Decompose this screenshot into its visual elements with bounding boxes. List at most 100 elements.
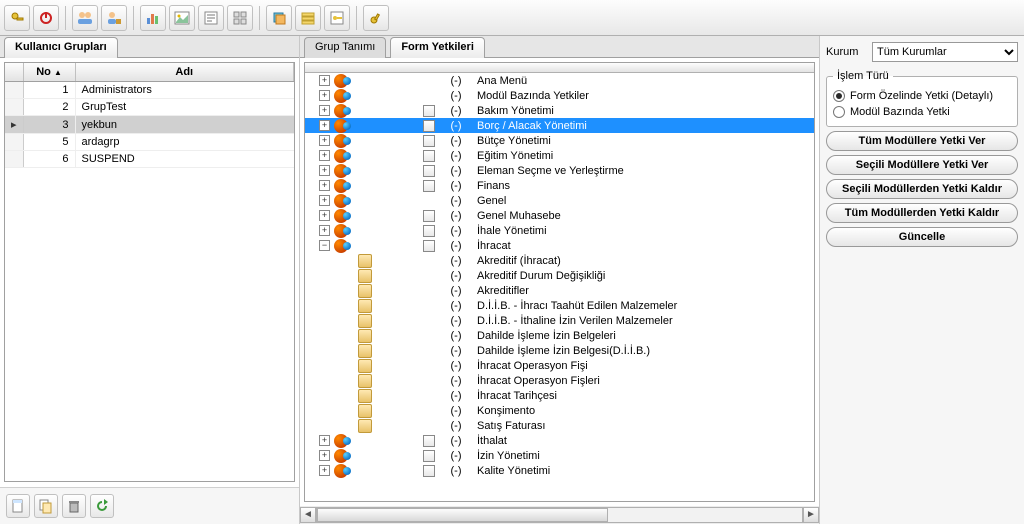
tree-node[interactable]: +(-)Modül Bazında Yetkiler [305,88,814,103]
tree-node[interactable]: (-)İhracat Operasyon Fişleri [305,373,814,388]
tree-node-label: Ana Menü [471,75,527,87]
checkbox[interactable] [423,210,435,222]
checkbox[interactable] [423,180,435,192]
tree-node[interactable]: +(-)Genel [305,193,814,208]
table-row[interactable]: 2GrupTest [5,99,294,116]
expand-icon[interactable]: + [319,195,330,206]
col-name[interactable]: Adı [75,63,293,82]
expand-icon[interactable]: + [319,210,330,221]
revoke-selected-button[interactable]: Seçili Modüllerden Yetki Kaldır [826,179,1018,199]
image-icon[interactable] [169,5,195,31]
expand-icon[interactable]: + [319,135,330,146]
tree-node[interactable]: +(-)Bakım Yönetimi [305,103,814,118]
grid-icon[interactable] [227,5,253,31]
tree-node[interactable]: +(-)İhale Yönetimi [305,223,814,238]
scroll-left-icon[interactable]: ◄ [300,507,316,523]
tree-node[interactable]: +(-)Ana Menü [305,73,814,88]
tree-node[interactable]: (-)D.İ.İ.B. - İthaline İzin Verilen Malz… [305,313,814,328]
checkbox[interactable] [423,120,435,132]
expand-icon[interactable]: + [319,120,330,131]
tree-node[interactable]: (-)D.İ.İ.B. - İhracı Taahüt Edilen Malze… [305,298,814,313]
power-icon[interactable] [33,5,59,31]
tree-node[interactable]: +(-)İthalat [305,433,814,448]
tree-node[interactable]: (-)Akreditif (İhracat) [305,253,814,268]
tree-node[interactable]: +(-)Finans [305,178,814,193]
tree-node[interactable]: (-)Satış Faturası [305,418,814,433]
checkbox[interactable] [423,450,435,462]
tree-node[interactable]: +(-)Kalite Yönetimi [305,463,814,478]
groups-grid[interactable]: No ▲ Adı 1Administrators2GrupTest▸3yekbu… [4,62,295,482]
expand-icon[interactable]: + [319,90,330,101]
tab-user-groups[interactable]: Kullanıcı Grupları [4,37,118,58]
form-icon[interactable] [198,5,224,31]
tree-node[interactable]: (-)İhracat Tarihçesi [305,388,814,403]
tree-node[interactable]: (-)Akreditifler [305,283,814,298]
expand-icon[interactable]: + [319,435,330,446]
table-row[interactable]: 6SUSPEND [5,151,294,168]
grant-all-button[interactable]: Tüm Modüllere Yetki Ver [826,131,1018,151]
tree-node[interactable]: (-)Dahilde İşleme İzin Belgeleri [305,328,814,343]
users-icon[interactable] [72,5,98,31]
checkbox[interactable] [423,135,435,147]
tree-node[interactable]: +(-)İzin Yönetimi [305,448,814,463]
checkbox[interactable] [423,240,435,252]
expand-icon[interactable]: + [319,165,330,176]
tree-node[interactable]: +(-)Bütçe Yönetimi [305,133,814,148]
stack-icon[interactable] [295,5,321,31]
checkbox[interactable] [423,165,435,177]
kurum-select[interactable]: Tüm Kurumlar [872,42,1018,62]
table-row[interactable]: 5ardagrp [5,134,294,151]
tree-node[interactable]: (-)Konşimento [305,403,814,418]
expand-icon[interactable]: + [319,180,330,191]
expand-icon[interactable]: + [319,450,330,461]
chart-icon[interactable] [140,5,166,31]
collapse-icon[interactable]: − [319,240,330,251]
update-button[interactable]: Güncelle [826,227,1018,247]
tree-node[interactable]: +(-)Eleman Seçme ve Yerleştirme [305,163,814,178]
scroll-thumb[interactable] [317,508,608,522]
tree-scrollbar[interactable]: ◄ ► [300,506,819,524]
tree-node[interactable]: +(-)Genel Muhasebe [305,208,814,223]
checkbox[interactable] [423,465,435,477]
permissions-tree[interactable]: +(-)Ana Menü+(-)Modül Bazında Yetkiler+(… [304,62,815,502]
key-icon[interactable] [4,5,30,31]
grant-selected-button[interactable]: Seçili Modüllere Yetki Ver [826,155,1018,175]
tree-node[interactable]: (-)Dahilde İşleme İzin Belgesi(D.İ.İ.B.) [305,343,814,358]
refresh-icon[interactable] [90,494,114,518]
col-rowhead[interactable] [5,63,23,82]
tree-node[interactable]: (-)Akreditif Durum Değişikliği [305,268,814,283]
radio-icon[interactable] [833,90,845,102]
form-icon [358,374,372,388]
scroll-right-icon[interactable]: ► [803,507,819,523]
delete-icon[interactable] [62,494,86,518]
expand-icon[interactable]: + [319,75,330,86]
expand-icon[interactable]: + [319,150,330,161]
new-doc-icon[interactable] [6,494,30,518]
expand-icon[interactable]: + [319,225,330,236]
tab-form-permissions[interactable]: Form Yetkileri [390,37,485,58]
table-row[interactable]: ▸3yekbun [5,116,294,134]
revoke-all-button[interactable]: Tüm Modüllerden Yetki Kaldır [826,203,1018,223]
expand-icon[interactable]: + [319,105,330,116]
radio-form-detail[interactable]: Form Özelinde Yetki (Detaylı) [833,88,1011,104]
table-row[interactable]: 1Administrators [5,82,294,99]
expand-icon[interactable]: + [319,465,330,476]
checkbox[interactable] [423,435,435,447]
tab-group-def[interactable]: Grup Tanımı [304,37,386,58]
user-lock-icon[interactable] [101,5,127,31]
checkbox[interactable] [423,105,435,117]
col-no[interactable]: No ▲ [23,63,75,82]
tree-node[interactable]: (-)İhracat Operasyon Fişi [305,358,814,373]
scroll-track[interactable] [316,507,803,523]
radio-icon[interactable] [833,106,845,118]
checkbox[interactable] [423,225,435,237]
layers-icon[interactable] [266,5,292,31]
tree-node[interactable]: +(-)Eğitim Yönetimi [305,148,814,163]
tree-node[interactable]: −(-)İhracat [305,238,814,253]
radio-module[interactable]: Modül Bazında Yetki [833,104,1011,120]
tree-node[interactable]: +(-)Borç / Alacak Yönetimi [305,118,814,133]
copy-doc-icon[interactable] [34,494,58,518]
key2-icon[interactable] [324,5,350,31]
key3-icon[interactable] [363,5,389,31]
checkbox[interactable] [423,150,435,162]
